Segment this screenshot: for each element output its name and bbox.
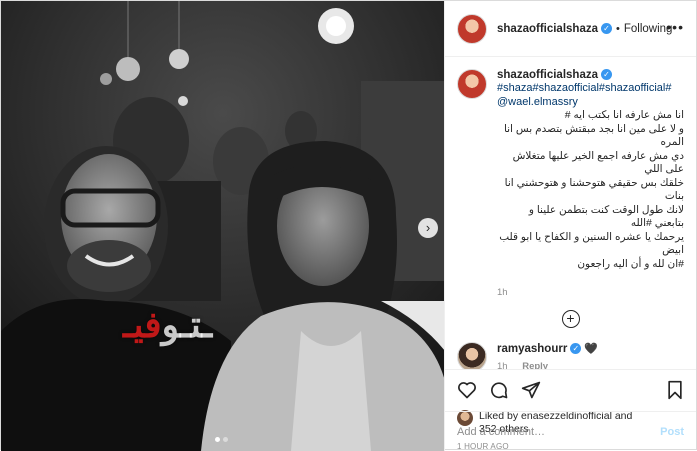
watermark-text: ـتـو — [161, 304, 213, 346]
caption-line: #ان لله و أن اليه راجعون — [577, 257, 684, 270]
action-icons — [457, 378, 684, 402]
carousel-next-button[interactable]: › — [418, 218, 438, 238]
caption-author-avatar[interactable] — [457, 69, 487, 99]
comment-body: ramyashourr ✓ 🖤 1h Reply — [497, 342, 598, 369]
photo-scene — [1, 1, 444, 451]
watermark-accent-text: فيـ — [123, 304, 162, 346]
follow-status-button[interactable]: Following — [624, 23, 673, 35]
caption-line: دي مش عارفه اجمع الخير عليها متغلاش على … — [512, 149, 684, 176]
comment-input[interactable] — [457, 425, 661, 438]
comment-text: 🖤 — [584, 343, 599, 355]
caption-body: shazaofficialshaza ✓ #shaza#shazaofficial… — [497, 69, 684, 298]
load-more-comments: + — [457, 310, 684, 328]
share-icon[interactable] — [521, 380, 541, 400]
chevron-right-icon: › — [425, 220, 431, 235]
caption-line: و لا على مين انا بجد مبقتش بتصدم بس انا … — [503, 122, 684, 149]
post-header: shazaofficialshaza ✓ • Following ••• — [445, 1, 696, 57]
caption-line: انا مش عارفه انا بكتب ايه # — [564, 109, 684, 121]
caption-age: 1h — [497, 287, 508, 298]
comment-age: 1h — [497, 361, 508, 369]
author-avatar[interactable] — [457, 13, 487, 44]
caption-line: خلقك بس حقيقي هتوحشنا و هتوحشني انا بنات — [504, 176, 684, 203]
verified-badge-icon: ✓ — [600, 69, 612, 80]
caption-line: يرحمك يا عشره السنين و الكفاح يا ابو قلب… — [499, 230, 684, 257]
post-comment-button[interactable]: Post — [660, 426, 684, 438]
verified-badge-icon: ✓ — [570, 343, 582, 354]
heart-icon[interactable] — [457, 380, 477, 400]
commenter-username[interactable]: ramyashourr — [497, 343, 567, 355]
comment-item: ramyashourr ✓ 🖤 1h Reply — [457, 342, 684, 369]
carousel-indicator — [215, 437, 228, 442]
verified-badge-icon: ✓ — [600, 23, 612, 34]
comment-icon[interactable] — [489, 380, 509, 400]
commenter-avatar[interactable] — [457, 342, 487, 369]
watermark-logo: فيـ ـتـو — [123, 304, 212, 346]
caption-mention[interactable]: @wael.elmassry — [497, 95, 684, 109]
post-photo[interactable]: فيـ ـتـو › — [1, 1, 444, 451]
plus-circle-icon[interactable]: + — [561, 310, 580, 328]
caption-line: لانك طول الوقت كنت بتطمن علينا و بتابعني… — [528, 203, 684, 230]
carousel-dot — [223, 437, 228, 442]
caption-hashtags[interactable]: #shaza#shazaofficial#shazaofficial# — [497, 81, 684, 95]
reply-button[interactable]: Reply — [522, 361, 548, 369]
author-username[interactable]: shazaofficialshaza — [497, 23, 598, 35]
caption-username[interactable]: shazaofficialshaza — [497, 69, 598, 81]
comments-section: shazaofficialshaza ✓ #shaza#shazaofficial… — [445, 57, 696, 369]
carousel-dot — [215, 437, 220, 442]
ellipsis-icon[interactable]: ••• — [666, 19, 684, 35]
add-comment-bar: Post — [445, 411, 696, 451]
bookmark-icon[interactable] — [666, 380, 684, 400]
post-sidebar: shazaofficialshaza ✓ • Following ••• sha… — [444, 1, 696, 451]
instagram-post: فيـ ـتـو › shazaofficialshaza ✓ • Followi… — [0, 0, 697, 451]
separator-dot: • — [615, 22, 620, 35]
caption-text: انا مش عارفه انا بكتب ايه # و لا على مين… — [497, 109, 684, 271]
caption: shazaofficialshaza ✓ #shaza#shazaofficial… — [457, 69, 684, 298]
